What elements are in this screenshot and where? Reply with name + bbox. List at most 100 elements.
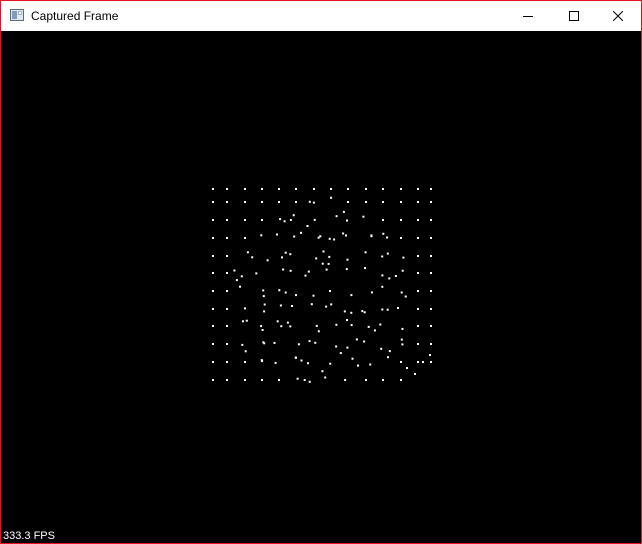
feature-point: [296, 377, 299, 380]
feature-point: [295, 188, 297, 190]
feature-point: [365, 379, 367, 381]
feature-point: [315, 324, 318, 327]
feature-point: [364, 251, 367, 254]
feature-point: [226, 290, 228, 292]
feature-point: [293, 235, 296, 238]
window-title: Captured Frame: [31, 9, 119, 23]
feature-point: [329, 290, 331, 292]
window-app-icon: [10, 9, 24, 21]
feature-point: [307, 362, 309, 365]
feature-point: [397, 307, 399, 309]
feature-point: [321, 262, 324, 265]
feature-point: [386, 252, 389, 255]
feature-point: [242, 320, 244, 323]
feature-point: [289, 269, 292, 272]
feature-point: [330, 196, 333, 199]
feature-point: [367, 325, 370, 328]
feature-point: [284, 291, 287, 294]
feature-point: [244, 350, 247, 353]
feature-point: [239, 285, 241, 288]
feature-point: [406, 367, 408, 369]
feature-point: [430, 343, 432, 345]
feature-point: [430, 290, 432, 292]
feature-point: [212, 361, 214, 363]
feature-point: [345, 268, 348, 271]
feature-point: [381, 274, 384, 277]
feature-point: [276, 320, 279, 323]
close-button[interactable]: [595, 1, 641, 31]
feature-point: [283, 220, 286, 223]
feature-point: [246, 251, 249, 254]
feature-point: [333, 238, 336, 241]
title-bar[interactable]: Captured Frame: [1, 1, 641, 31]
feature-point: [289, 325, 292, 328]
feature-point: [226, 272, 228, 274]
feature-point: [315, 257, 318, 260]
feature-point: [322, 250, 325, 253]
feature-point: [361, 310, 364, 313]
feature-point: [401, 327, 404, 330]
feature-point: [233, 269, 236, 272]
feature-point: [330, 303, 333, 306]
feature-point: [240, 275, 243, 278]
maximize-button[interactable]: [551, 1, 597, 31]
feature-point: [263, 310, 266, 313]
close-icon: [613, 11, 623, 21]
feature-point: [404, 295, 407, 298]
feature-point: [365, 188, 367, 190]
feature-point: [363, 311, 366, 314]
feature-point: [212, 188, 214, 190]
feature-point: [400, 361, 402, 363]
feature-point: [273, 341, 276, 344]
feature-point: [369, 363, 372, 366]
minimize-button[interactable]: [505, 1, 551, 31]
feature-point: [382, 219, 384, 221]
feature-point: [402, 256, 405, 259]
feature-point: [430, 201, 432, 203]
feature-point: [263, 342, 266, 345]
feature-point: [327, 262, 330, 265]
feature-point: [261, 188, 263, 190]
feature-point: [330, 188, 332, 190]
feature-point: [364, 267, 366, 270]
feature-point: [319, 235, 322, 238]
feature-point: [417, 255, 419, 257]
feature-point: [251, 256, 254, 259]
feature-point: [328, 237, 331, 240]
feature-point: [321, 370, 324, 373]
feature-point: [429, 354, 431, 356]
feature-point: [400, 201, 402, 203]
feature-point: [212, 325, 214, 327]
feature-point: [244, 361, 246, 363]
feature-point: [417, 361, 419, 363]
feature-point: [414, 373, 416, 375]
feature-point: [417, 325, 419, 327]
feature-point: [212, 201, 214, 203]
feature-point: [226, 255, 228, 257]
feature-point: [343, 310, 346, 313]
feature-point: [328, 255, 331, 258]
feature-point: [417, 290, 419, 292]
feature-point: [346, 258, 349, 261]
feature-point: [335, 215, 338, 218]
feature-point: [297, 343, 300, 346]
feature-point: [386, 236, 389, 239]
feature-point: [430, 188, 432, 190]
feature-point: [284, 251, 287, 254]
feature-point: [312, 294, 315, 297]
feature-point: [430, 272, 432, 274]
feature-point: [344, 379, 347, 381]
feature-point: [430, 325, 432, 327]
feature-point: [339, 352, 342, 355]
feature-point: [314, 341, 317, 344]
feature-point: [244, 188, 246, 190]
feature-point: [280, 325, 283, 328]
feature-point: [370, 234, 373, 237]
feature-point: [226, 201, 228, 203]
feature-point: [382, 201, 384, 203]
feature-point: [294, 356, 297, 359]
feature-point: [430, 219, 432, 221]
feature-point: [212, 255, 214, 257]
feature-point: [351, 357, 354, 360]
feature-point: [291, 305, 293, 307]
